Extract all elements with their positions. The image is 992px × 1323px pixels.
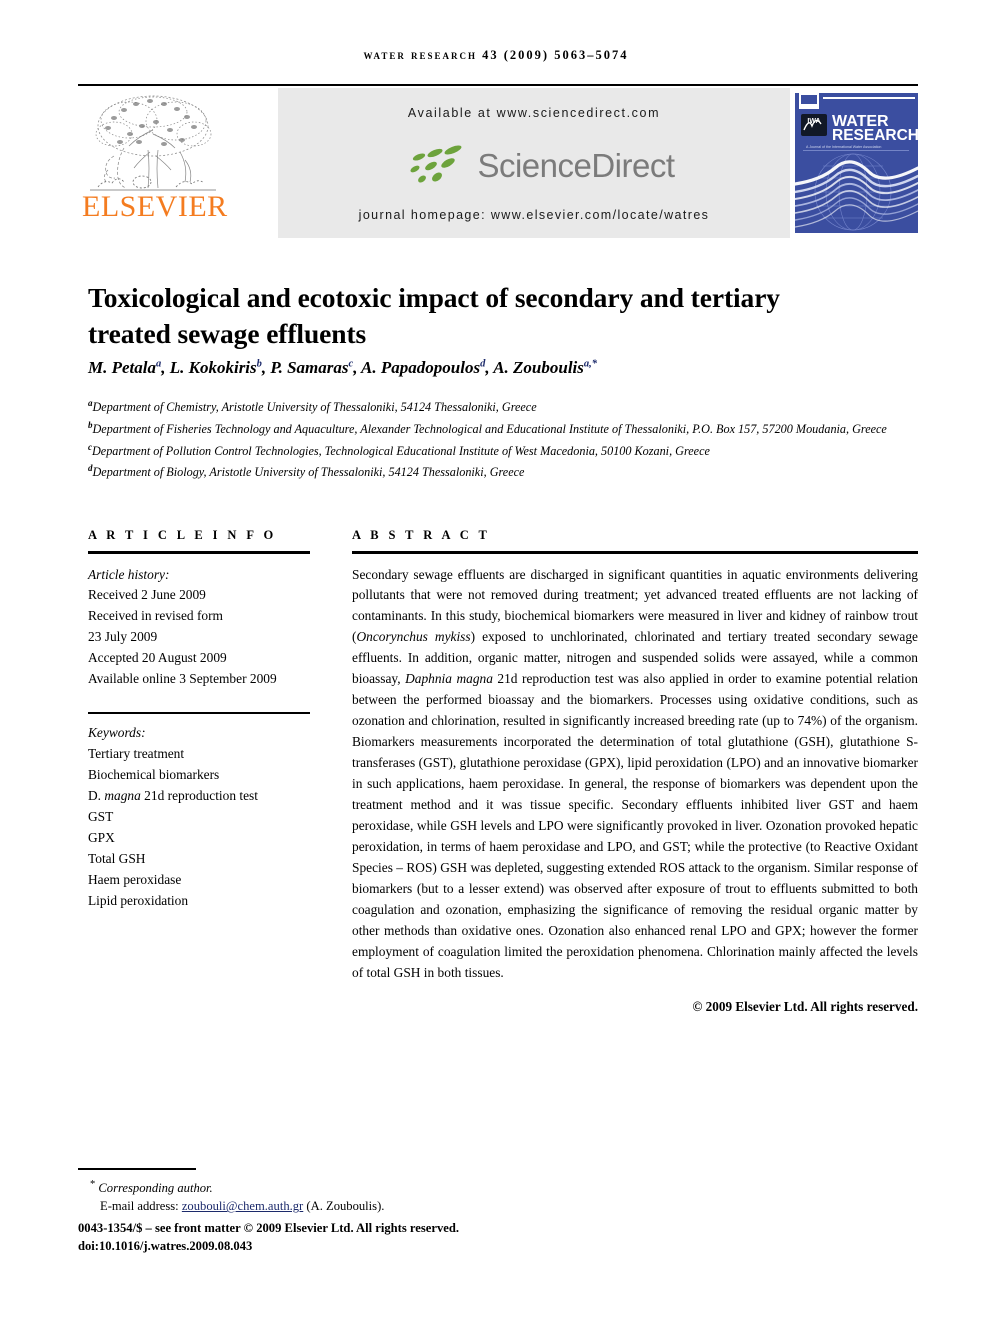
abstract-heading: A B S T R A C T — [352, 528, 491, 542]
corresponding-author-note: * Corresponding author. — [90, 1178, 213, 1195]
iwa-badge-icon: IWA — [801, 114, 827, 136]
email-label: E-mail address: — [100, 1199, 179, 1214]
copyright-line: © 2009 Elsevier Ltd. All rights reserved… — [692, 998, 918, 1014]
elsevier-tree-icon — [90, 95, 216, 191]
article-history-label: Article history: — [88, 566, 170, 582]
affiliation-text: Department of Chemistry, Aristotle Unive… — [92, 400, 537, 415]
keyword-item: D. magna 21d reproduction test — [88, 788, 258, 804]
page-title: Toxicological and ecotoxic impact of sec… — [88, 282, 780, 349]
header-rule — [78, 84, 918, 86]
keywords-rule — [88, 711, 310, 715]
email-owner: (A. Zouboulis). — [306, 1199, 385, 1214]
history-item: 23 July 2009 — [88, 629, 158, 645]
running-head: Water Research 43 (2009) 5063–5074 — [363, 48, 629, 62]
email-line: E-mail address: zoubouli@chem.auth.gr (A… — [78, 1197, 778, 1216]
sciencedirect-leaf-icon — [410, 145, 462, 183]
abstract-rule — [352, 551, 918, 554]
article-first-page: Water Research 43 (2009) 5063–5074 — [0, 0, 992, 1323]
affiliation-item: cDepartment of Pollution Control Technol… — [88, 440, 918, 462]
email-link[interactable]: zoubouli@chem.auth.gr — [182, 1199, 303, 1213]
asterisk-icon: * — [90, 1178, 96, 1190]
affiliation-text: Department of Pollution Control Technolo… — [92, 443, 710, 458]
article-history: Article history: Received 2 June 2009 Re… — [88, 565, 310, 690]
issn-line: 0043-1354/$ – see front matter © 2009 El… — [78, 1220, 459, 1235]
affiliation-list: aDepartment of Chemistry, Aristotle Univ… — [88, 396, 918, 483]
article-info-heading: A R T I C L E I N F O — [88, 528, 277, 542]
abstract-column: A B S T R A C T Secondary sewage effluen… — [352, 528, 918, 1015]
elsevier-wordmark: ELSEVIER — [82, 190, 228, 223]
affiliation-text: Department of Biology, Aristotle Univers… — [92, 465, 525, 480]
journal-cover-image: IWA WATER RESEARCH A Journal of the Inte… — [795, 88, 918, 238]
keyword-item: Biochemical biomarkers — [88, 767, 220, 783]
affiliation-item: bDepartment of Fisheries Technology and … — [88, 418, 918, 440]
abstract-text: Secondary sewage effluents are discharge… — [352, 566, 918, 980]
keyword-item: Total GSH — [88, 850, 146, 866]
journal-homepage-text: journal homepage: www.elsevier.com/locat… — [358, 208, 710, 222]
article-info-rule — [88, 551, 310, 554]
author-list: M. Petalaa, L. Kokokirisb, P. Samarasc, … — [88, 358, 598, 377]
history-item: Received in revised form — [88, 608, 223, 624]
keywords-block: Keywords: Tertiary treatment Biochemical… — [88, 711, 310, 912]
svg-text:IWA: IWA — [807, 118, 820, 125]
sciencedirect-wordmark: ScienceDirect — [477, 147, 675, 184]
svg-text:A Journal of the International: A Journal of the International Water Ass… — [806, 145, 881, 149]
available-at-text: Available at www.sciencedirect.com — [407, 106, 661, 120]
history-item: Accepted 20 August 2009 — [88, 650, 227, 666]
svg-text:RESEARCH: RESEARCH — [832, 127, 918, 144]
history-item: Received 2 June 2009 — [88, 587, 206, 603]
keyword-item: GPX — [88, 829, 115, 845]
sciencedirect-logo[interactable]: ScienceDirect — [278, 140, 790, 192]
keywords-label: Keywords: — [88, 725, 146, 741]
article-info-column: A R T I C L E I N F O Article history: R… — [88, 528, 310, 912]
keyword-item: GST — [88, 809, 114, 825]
journal-masthead: ELSEVIER Available at www.sciencedirect.… — [78, 88, 918, 238]
affiliation-item: dDepartment of Biology, Aristotle Univer… — [88, 461, 918, 483]
keyword-item: Haem peroxidase — [88, 871, 182, 887]
footnote-rule — [78, 1168, 196, 1170]
page-footer: * Corresponding author. E-mail address: … — [78, 1168, 778, 1256]
keyword-item: Lipid peroxidation — [88, 892, 189, 908]
history-item: Available online 3 September 2009 — [88, 671, 277, 687]
keyword-item: Tertiary treatment — [88, 746, 185, 762]
sciencedirect-banner: Available at www.sciencedirect.com Scien… — [278, 88, 790, 238]
doi-line: doi:10.1016/j.watres.2009.08.043 — [78, 1239, 253, 1254]
affiliation-item: aDepartment of Chemistry, Aristotle Univ… — [88, 396, 918, 418]
keywords-list: Tertiary treatment Biochemical biomarker… — [88, 744, 310, 911]
elsevier-logo[interactable]: ELSEVIER — [78, 88, 228, 238]
affiliation-text: Department of Fisheries Technology and A… — [92, 421, 887, 436]
